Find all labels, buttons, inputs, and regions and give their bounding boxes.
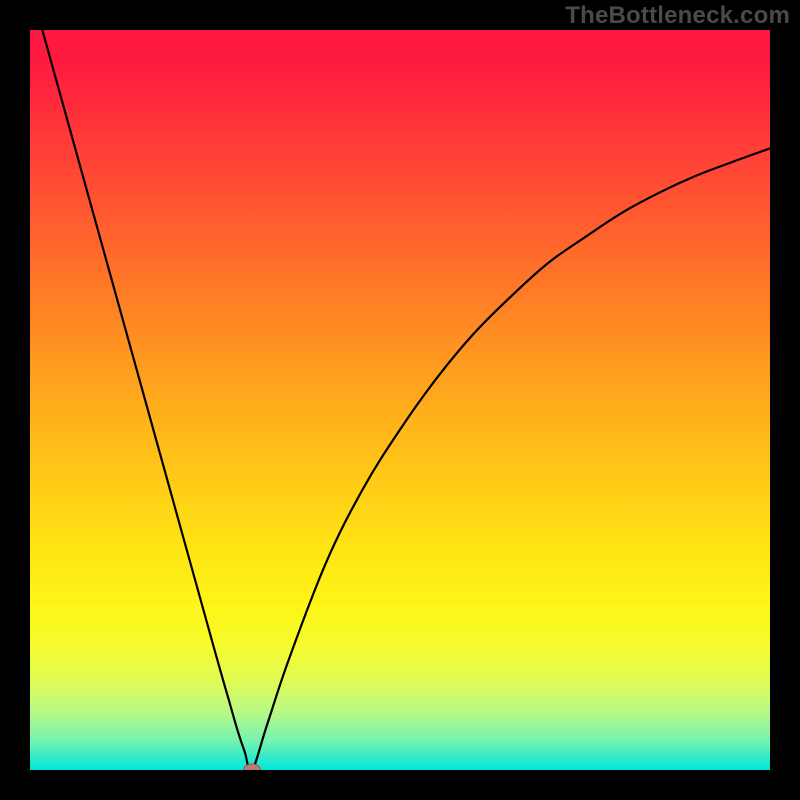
curve-svg xyxy=(30,30,770,770)
plot-area xyxy=(30,30,770,770)
watermark-text: TheBottleneck.com xyxy=(565,2,790,30)
chart-frame: TheBottleneck.com xyxy=(0,0,800,800)
minimum-marker xyxy=(243,764,261,771)
curve-path xyxy=(30,30,770,770)
